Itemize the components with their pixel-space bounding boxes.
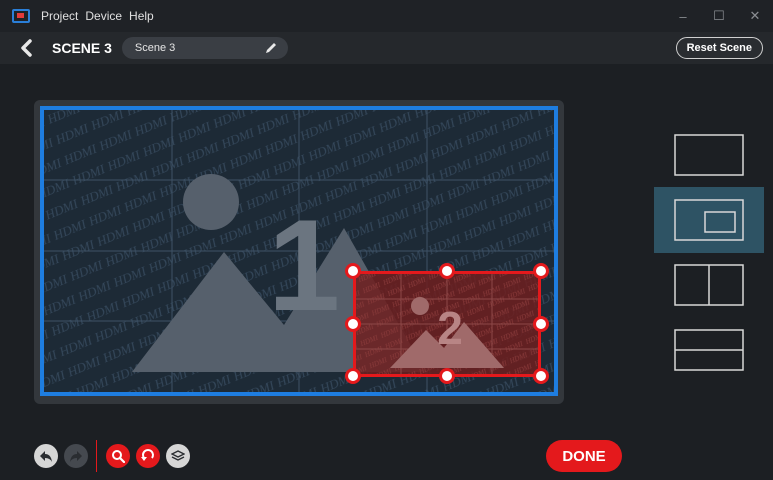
- window2-content: HDMI 2: [356, 274, 538, 374]
- scene-name-field[interactable]: Scene 3: [121, 37, 288, 59]
- zoom-icon: [112, 450, 125, 463]
- back-button[interactable]: [16, 38, 36, 58]
- resize-handle-top-left[interactable]: [345, 263, 361, 279]
- layers-button[interactable]: [166, 444, 190, 468]
- redo-button[interactable]: [64, 444, 88, 468]
- scene-name-value: Scene 3: [134, 42, 176, 54]
- menu-bar: Project Device Help: [41, 9, 154, 23]
- menu-project[interactable]: Project: [41, 9, 78, 23]
- scene-title: SCENE 3: [52, 40, 112, 56]
- redo-icon: [70, 451, 82, 462]
- resize-handle-bottom-left[interactable]: [345, 368, 361, 384]
- layout-pip-icon: [674, 199, 744, 241]
- window1-number: 1: [268, 192, 340, 338]
- window2-number: 2: [437, 302, 463, 354]
- close-button[interactable]: ✕: [737, 8, 773, 24]
- reset-icon: [141, 449, 154, 461]
- resize-handle-left[interactable]: [345, 316, 361, 332]
- undo-button[interactable]: [34, 444, 58, 468]
- resize-handle-top-right[interactable]: [533, 263, 549, 279]
- layers-icon: [171, 450, 185, 461]
- menu-device[interactable]: Device: [85, 9, 122, 23]
- pencil-icon[interactable]: [264, 41, 278, 55]
- window2-overlay[interactable]: HDMI 2: [353, 271, 541, 377]
- reset-scene-button[interactable]: Reset Scene: [675, 37, 763, 59]
- resize-handle-bottom[interactable]: [439, 368, 455, 384]
- app-logo-icon: [12, 9, 30, 23]
- minimize-button[interactable]: –: [665, 9, 701, 24]
- zoom-button[interactable]: [106, 444, 130, 468]
- layout-pip[interactable]: [654, 187, 764, 253]
- scene-header: SCENE 3 Scene 3 Reset Scene: [0, 32, 773, 64]
- toolbar-divider: [96, 440, 97, 472]
- layout-side-by-side-icon: [674, 264, 744, 306]
- layout-single-icon: [674, 134, 744, 176]
- layout-side-by-side[interactable]: [664, 252, 754, 318]
- layout-top-bottom[interactable]: [664, 317, 754, 383]
- window-controls: – ☐ ✕: [665, 0, 773, 32]
- undo-icon: [40, 451, 52, 462]
- menu-help[interactable]: Help: [129, 9, 154, 23]
- layout-top-bottom-icon: [674, 329, 744, 371]
- layout-single[interactable]: [664, 122, 754, 188]
- done-button[interactable]: DONE: [546, 440, 622, 472]
- resize-handle-right[interactable]: [533, 316, 549, 332]
- maximize-button[interactable]: ☐: [701, 8, 737, 24]
- resize-handle-bottom-right[interactable]: [533, 368, 549, 384]
- reset-window-button[interactable]: [136, 444, 160, 468]
- resize-handle-top[interactable]: [439, 263, 455, 279]
- chevron-left-icon: [21, 39, 32, 57]
- title-bar: Project Device Help – ☐ ✕: [0, 0, 773, 32]
